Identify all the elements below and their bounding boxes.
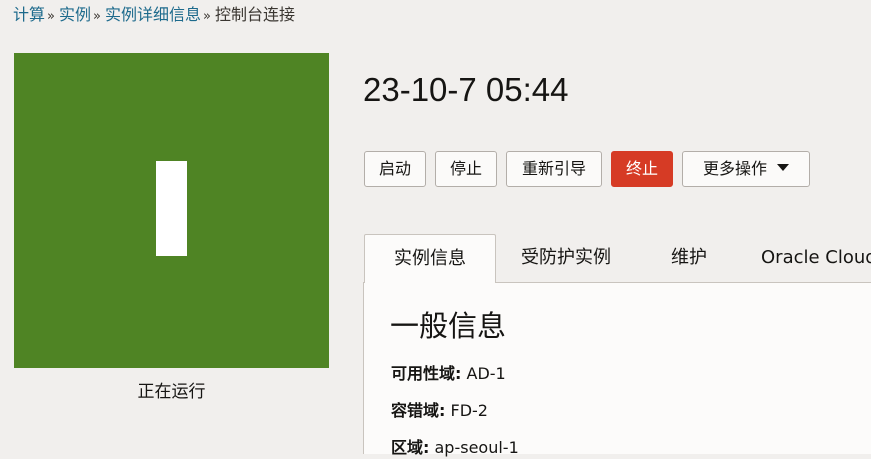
tab-oracle-cloud[interactable]: Oracle Cloud — [761, 234, 871, 283]
more-actions-button[interactable]: 更多操作 — [682, 151, 810, 187]
page-title: 23-10-7 05:44 — [363, 71, 569, 108]
breadcrumb-separator: » — [47, 9, 55, 24]
instance-status-tile — [14, 53, 329, 368]
general-info-heading: 一般信息 — [390, 309, 507, 343]
caret-down-icon — [777, 164, 789, 171]
terminate-button[interactable]: 终止 — [611, 151, 673, 187]
field-value: ap-seoul-1 — [434, 438, 519, 457]
field-availability-domain: 可用性域: AD-1 — [391, 363, 506, 385]
tab-maintenance[interactable]: 维护 — [671, 234, 707, 283]
breadcrumb-current: 控制台连接 — [214, 5, 295, 24]
instance-glyph-icon — [156, 161, 187, 256]
field-value: AD-1 — [466, 364, 506, 383]
field-region: 区域: ap-seoul-1 — [391, 437, 519, 459]
instance-state-label: 正在运行 — [137, 382, 206, 402]
breadcrumb-link-instance-details[interactable]: 实例详细信息 — [105, 5, 201, 24]
field-label: 区域: — [391, 438, 430, 457]
field-label: 容错域: — [391, 401, 446, 420]
start-button[interactable]: 启动 — [364, 151, 426, 187]
field-value: FD-2 — [450, 401, 488, 420]
breadcrumb-link-compute[interactable]: 计算 — [13, 5, 45, 24]
more-actions-label: 更多操作 — [702, 159, 767, 178]
breadcrumb: 计算» 实例» 实例详细信息» 控制台连接 — [13, 4, 295, 28]
field-label: 可用性域: — [391, 364, 462, 383]
reboot-button[interactable]: 重新引导 — [506, 151, 602, 187]
breadcrumb-link-instances[interactable]: 实例 — [59, 5, 91, 24]
stop-button[interactable]: 停止 — [435, 151, 497, 187]
tab-shielded-instance[interactable]: 受防护实例 — [521, 234, 611, 283]
tab-instance-info[interactable]: 实例信息 — [364, 234, 496, 283]
breadcrumb-separator: » — [93, 9, 101, 24]
breadcrumb-separator: » — [202, 9, 211, 24]
field-fault-domain: 容错域: FD-2 — [391, 400, 488, 422]
